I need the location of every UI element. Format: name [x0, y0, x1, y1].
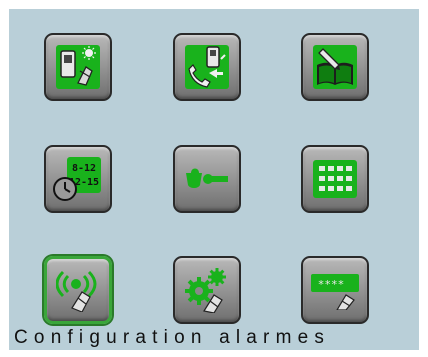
settings-gears-button[interactable]: [173, 256, 241, 324]
keypad-grid-icon: [313, 160, 357, 198]
keypad-grid-button[interactable]: [301, 145, 369, 213]
directory-book-icon: [313, 45, 357, 89]
svg-text:8-12: 8-12: [72, 163, 96, 174]
settings-gears-icon: [185, 268, 226, 313]
alarm-signal-button[interactable]: [44, 256, 112, 324]
directory-book-button[interactable]: [301, 33, 369, 101]
intercom-day-night-icon: [56, 45, 100, 89]
access-code-icon: ****: [311, 274, 359, 310]
svg-text:****: ****: [318, 278, 345, 291]
menu-screen: 8-12 12-15 ****: [9, 9, 419, 350]
key-access-icon: [186, 168, 228, 188]
intercom-day-night-button[interactable]: [44, 33, 112, 101]
key-access-button[interactable]: [173, 145, 241, 213]
screen-caption: Configuration alarmes: [14, 327, 331, 348]
schedule-clock-button[interactable]: 8-12 12-15: [44, 145, 112, 213]
access-code-button[interactable]: ****: [301, 256, 369, 324]
call-transfer-icon: [185, 45, 229, 89]
alarm-signal-icon: [56, 270, 97, 312]
schedule-clock-icon: 8-12 12-15: [53, 157, 101, 201]
call-transfer-button[interactable]: [173, 33, 241, 101]
